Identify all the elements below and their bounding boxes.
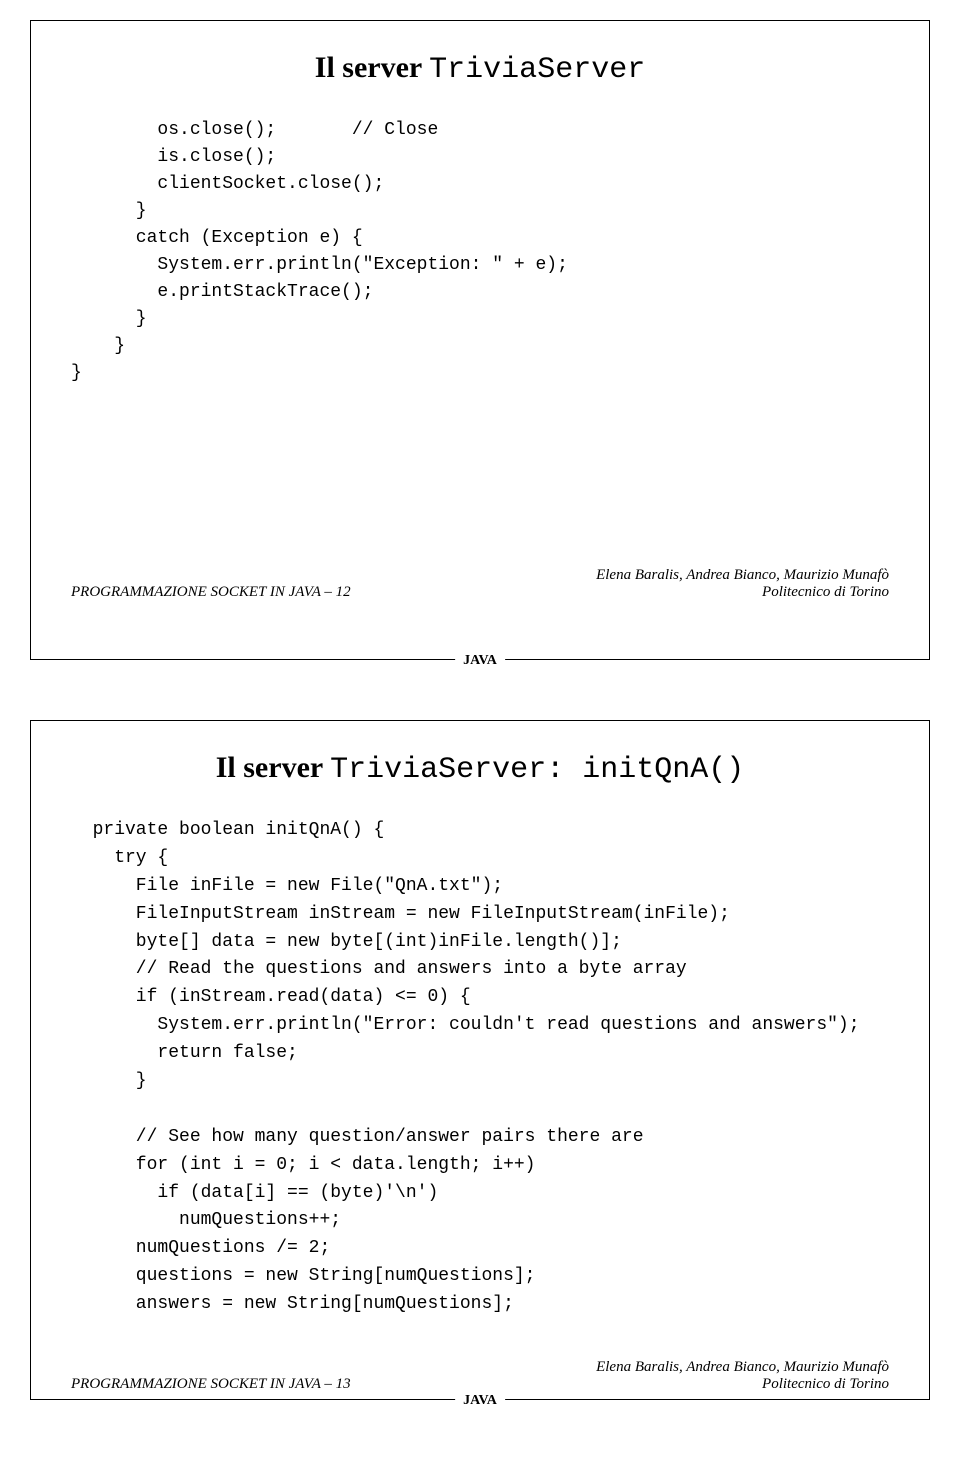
title-bold: Il server xyxy=(216,751,330,784)
title-mono: TriviaServer xyxy=(429,53,645,87)
title-mono: TriviaServer: initQnA() xyxy=(330,753,744,787)
slide-footer: PROGRAMMAZIONE SOCKET IN JAVA – 12 Elena… xyxy=(71,567,889,601)
footer-left: PROGRAMMAZIONE SOCKET IN JAVA – 13 xyxy=(71,1376,351,1393)
footer-institution: Politecnico di Torino xyxy=(596,1376,889,1393)
footer-authors: Elena Baralis, Andrea Bianco, Maurizio M… xyxy=(596,567,889,584)
slide-title: Il server TriviaServer: initQnA() xyxy=(71,751,889,787)
footer-institution: Politecnico di Torino xyxy=(596,584,889,601)
slide-footer: PROGRAMMAZIONE SOCKET IN JAVA – 13 Elena… xyxy=(71,1359,889,1393)
footer-right: Elena Baralis, Andrea Bianco, Maurizio M… xyxy=(596,1359,889,1393)
footer-right: Elena Baralis, Andrea Bianco, Maurizio M… xyxy=(596,567,889,601)
code-block: os.close(); // Close is.close(); clientS… xyxy=(71,117,889,387)
java-tab: JAVA xyxy=(455,1393,505,1409)
slide-1: Il server TriviaServer os.close(); // Cl… xyxy=(30,20,930,660)
footer-authors: Elena Baralis, Andrea Bianco, Maurizio M… xyxy=(596,1359,889,1376)
title-bold: Il server xyxy=(315,51,429,84)
slide-2: Il server TriviaServer: initQnA() privat… xyxy=(30,720,930,1400)
java-tab: JAVA xyxy=(455,653,505,669)
footer-left: PROGRAMMAZIONE SOCKET IN JAVA – 12 xyxy=(71,584,351,601)
code-block: private boolean initQnA() { try { File i… xyxy=(71,817,889,1319)
slide-title: Il server TriviaServer xyxy=(71,51,889,87)
